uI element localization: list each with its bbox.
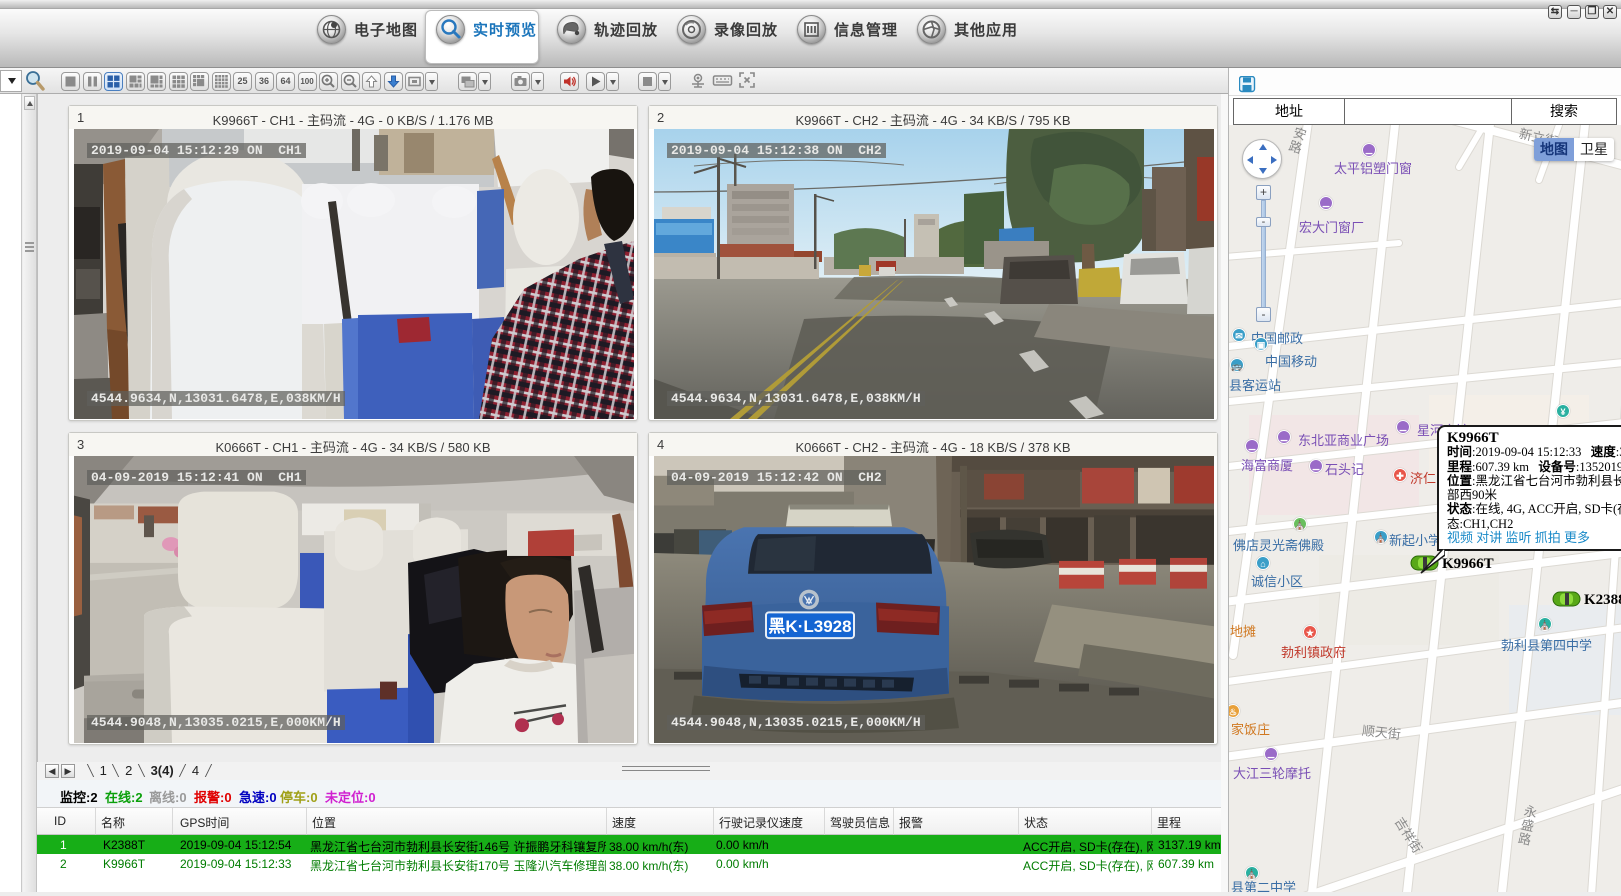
svg-text:黑K·L3928: 黑K·L3928	[768, 617, 851, 636]
